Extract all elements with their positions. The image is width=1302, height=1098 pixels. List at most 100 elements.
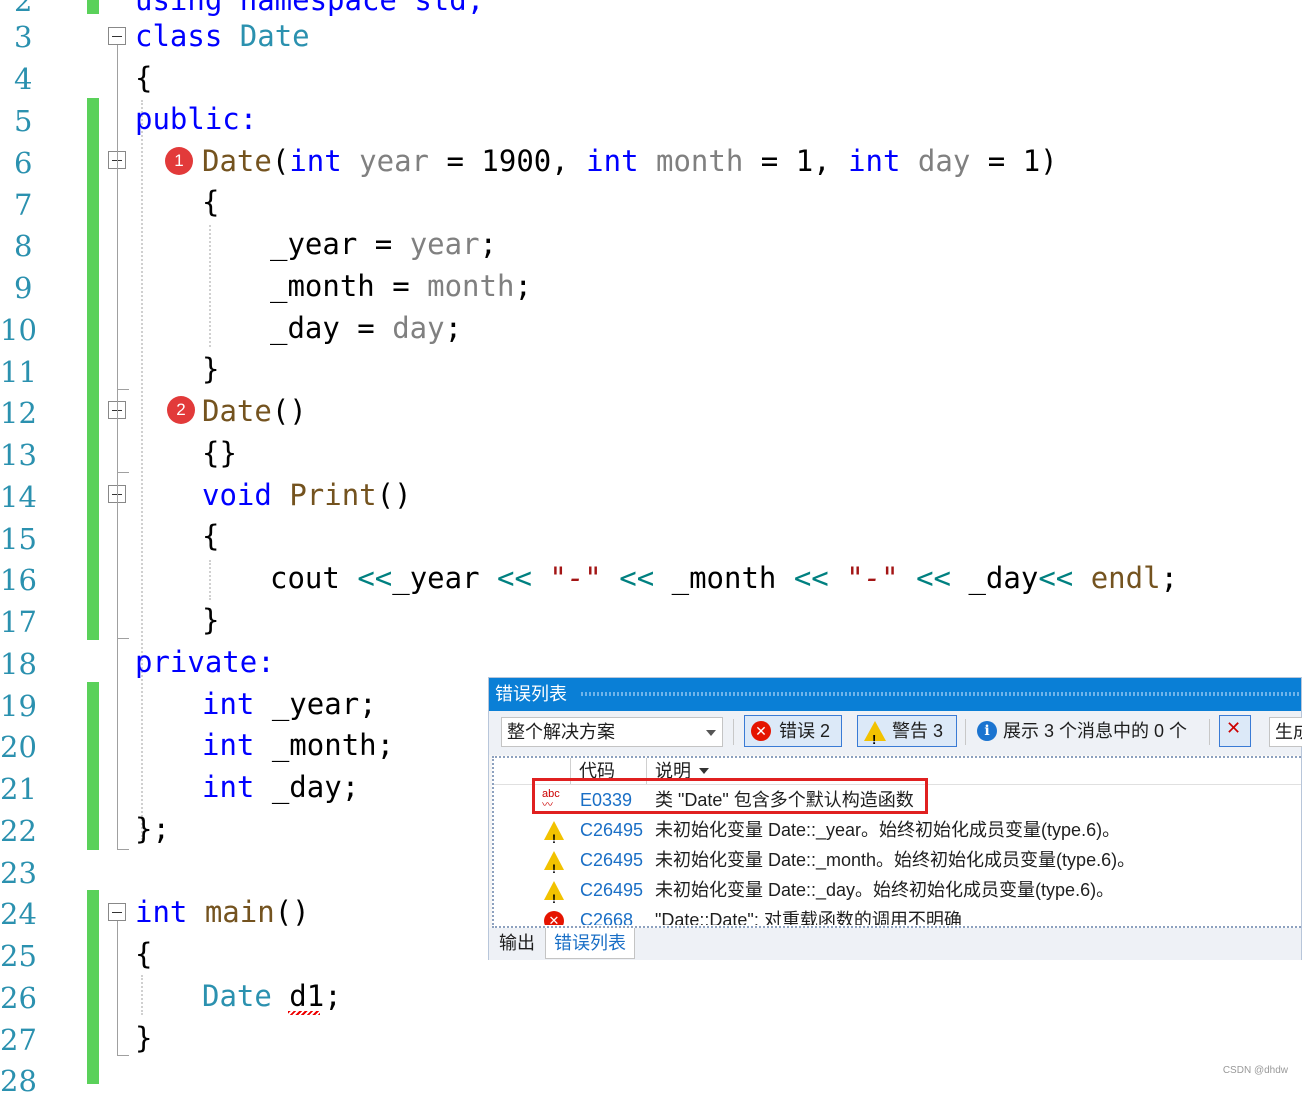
- code-line[interactable]: int main(): [135, 894, 310, 930]
- code-line[interactable]: }: [202, 602, 219, 638]
- collapse-main-icon[interactable]: [108, 903, 126, 921]
- keyword: int: [586, 144, 639, 178]
- warning-row[interactable]: ! C26495 未初始化变量 Date::_day。始终初始化成员变量(typ…: [494, 875, 1301, 906]
- code-line[interactable]: {: [135, 936, 152, 972]
- code-line[interactable]: }: [202, 351, 219, 387]
- code-text: using namespace std;: [135, 0, 485, 17]
- line-number: 28: [0, 1064, 37, 1098]
- indent-guide: [209, 225, 211, 347]
- error-code[interactable]: C26495: [580, 845, 643, 875]
- param: day: [392, 311, 445, 345]
- code-text: = 1): [970, 144, 1058, 178]
- errors-filter-button[interactable]: ✕ 错误 2: [744, 715, 842, 747]
- scope-selected: 整个解决方案: [507, 722, 615, 742]
- string-literal: "-": [828, 561, 917, 595]
- keyword: int: [202, 687, 255, 721]
- code-text: = 1,: [743, 144, 849, 178]
- code-line[interactable]: Date(int year = 1900, int month = 1, int…: [202, 143, 1058, 179]
- code-line[interactable]: {: [202, 184, 219, 220]
- keyword: public:: [135, 102, 258, 136]
- line-number: 4: [14, 62, 33, 96]
- line-number: 18: [0, 647, 37, 681]
- warning-row[interactable]: ! C26495 未初始化变量 Date::_year。始终初始化成员变量(ty…: [494, 815, 1301, 846]
- function-name: Print: [289, 478, 377, 512]
- code-line[interactable]: public:: [135, 101, 257, 137]
- code-line[interactable]: }: [135, 1020, 152, 1056]
- line-number: 26: [0, 981, 37, 1015]
- error-marker-2[interactable]: 2: [167, 396, 195, 424]
- sort-down-icon: [699, 768, 709, 774]
- code-text: _year;: [254, 687, 377, 721]
- warning-row[interactable]: ! C26495 未初始化变量 Date::_month。始终初始化成员变量(t…: [494, 845, 1301, 876]
- code-text: {: [135, 937, 153, 971]
- warnings-filter-button[interactable]: ! 警告 3: [857, 715, 957, 747]
- filter-button[interactable]: ✕: [1219, 715, 1251, 747]
- toolbar-separator: [965, 719, 966, 745]
- toolbar-separator: [1209, 719, 1210, 745]
- code-text: = 1900,: [429, 144, 587, 178]
- code-line[interactable]: int _day;: [202, 769, 359, 805]
- line-number: 21: [0, 772, 37, 806]
- line-number: 12: [0, 396, 37, 430]
- build-dropdown[interactable]: 生成: [1269, 717, 1302, 747]
- code-line[interactable]: {}: [202, 435, 237, 471]
- error-code[interactable]: C26495: [580, 815, 643, 845]
- code-line[interactable]: {: [135, 60, 152, 96]
- indent-guide: [141, 100, 143, 840]
- warnings-label: 警告 3: [892, 721, 944, 741]
- keyword: int: [135, 895, 188, 929]
- code-line[interactable]: class Date: [135, 18, 310, 54]
- code-text: (: [271, 144, 290, 178]
- code-text: _year: [392, 561, 497, 595]
- error-list-titlebar[interactable]: 错误列表: [489, 678, 1301, 711]
- keyword: int: [202, 770, 255, 804]
- collapse-class-icon[interactable]: [108, 27, 126, 45]
- operator: <<: [793, 561, 829, 595]
- line-number: 7: [14, 188, 33, 222]
- tab-error-list[interactable]: 错误列表: [545, 928, 635, 959]
- code-line[interactable]: _year = year;: [270, 226, 497, 262]
- code-line[interactable]: private:: [135, 644, 275, 680]
- code-line[interactable]: _month = month;: [270, 268, 532, 304]
- info-icon: i: [977, 721, 997, 741]
- toolbar-separator: [733, 719, 734, 745]
- errors-label: 错误 2: [779, 721, 831, 741]
- code-text: {: [202, 519, 220, 553]
- code-line[interactable]: Date d1;: [202, 978, 342, 1014]
- code-text: }: [202, 352, 220, 386]
- code-line[interactable]: _day = day;: [270, 310, 462, 346]
- outline-line: [117, 921, 118, 1055]
- code-text: _month =: [270, 269, 428, 303]
- error-code[interactable]: C2668: [580, 905, 633, 925]
- line-number: 6: [14, 146, 33, 180]
- keyword: private:: [135, 645, 275, 679]
- code-line[interactable]: Date(): [202, 393, 307, 429]
- code-text: _month;: [254, 728, 395, 762]
- code-line[interactable]: void Print(): [202, 477, 412, 513]
- line-number: 11: [0, 355, 37, 389]
- code-line[interactable]: int _year;: [202, 686, 377, 722]
- messages-filter-button[interactable]: i 展示 3 个消息中的 0 个: [973, 715, 1187, 747]
- line-number: 2: [14, 0, 33, 18]
- tab-output[interactable]: 输出: [491, 928, 543, 958]
- error-code[interactable]: C26495: [580, 875, 643, 905]
- function-name: endl: [1073, 561, 1161, 595]
- change-bar: [87, 0, 99, 14]
- error-icon: ✕: [751, 721, 771, 741]
- change-bar: [87, 682, 99, 850]
- error-list-panel[interactable]: 错误列表 整个解决方案 ✕ 错误 2 ! 警告 3 i 展示 3 个消息中的 0…: [488, 677, 1302, 960]
- line-number: 14: [0, 480, 37, 514]
- code-line[interactable]: };: [135, 811, 170, 847]
- code-line[interactable]: {: [202, 518, 219, 554]
- code-line[interactable]: cout <<_year << "-" << _month << "-" << …: [270, 560, 1178, 596]
- code-line[interactable]: using namespace std;: [135, 0, 484, 18]
- error-row[interactable]: ✕ C2668 "Date::Date": 对重载函数的调用不明确: [494, 905, 1301, 925]
- code-text: }: [135, 1021, 153, 1055]
- scope-dropdown[interactable]: 整个解决方案: [501, 717, 723, 747]
- error-marker-1[interactable]: 1: [165, 147, 193, 175]
- watermark: CSDN @dhdw: [1222, 1065, 1288, 1076]
- outline-line: [117, 389, 129, 390]
- outline-line: [117, 45, 118, 850]
- code-line[interactable]: int _month;: [202, 727, 394, 763]
- error-icon: ✕: [544, 911, 564, 925]
